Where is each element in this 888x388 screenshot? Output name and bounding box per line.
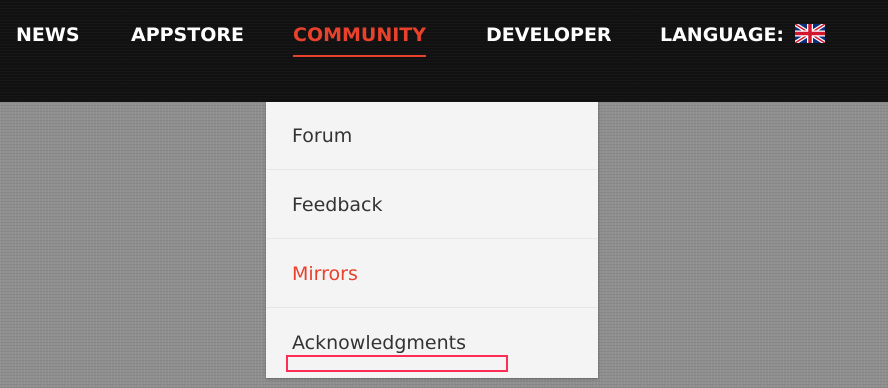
dropdown-item-forum-label: Forum [292,125,353,147]
nav-item-language-label: LANGUAGE: [660,24,785,46]
dropdown-item-feedback-label: Feedback [292,194,383,216]
nav-item-language[interactable]: LANGUAGE: [660,22,825,58]
nav-item-community[interactable]: COMMUNITY [293,22,427,58]
dropdown-item-mirrors[interactable]: Mirrors [266,240,598,308]
dropdown-item-acknowledgments-label: Acknowledgments [292,332,466,354]
nav-item-appstore[interactable]: APPSTORE [131,22,244,58]
nav-item-community-label: COMMUNITY [293,24,427,46]
active-nav-underline [293,55,427,57]
dropdown-item-acknowledgments[interactable]: Acknowledgments [266,309,598,377]
dropdown-item-forum[interactable]: Forum [266,102,598,170]
nav-item-news-label: NEWS [16,24,80,46]
nav-item-developer-label: DEVELOPER [486,24,612,46]
top-navbar: NEWS APPSTORE COMMUNITY DEVELOPER LANGUA… [0,0,888,102]
nav-item-appstore-label: APPSTORE [131,24,244,46]
dropdown-item-mirrors-label: Mirrors [292,263,358,285]
nav-item-developer[interactable]: DEVELOPER [486,22,612,58]
dropdown-item-feedback[interactable]: Feedback [266,171,598,239]
uk-flag-icon [794,24,825,43]
nav-item-news[interactable]: NEWS [16,22,80,58]
community-dropdown-menu: Forum Feedback Mirrors Acknowledgments [266,102,598,378]
